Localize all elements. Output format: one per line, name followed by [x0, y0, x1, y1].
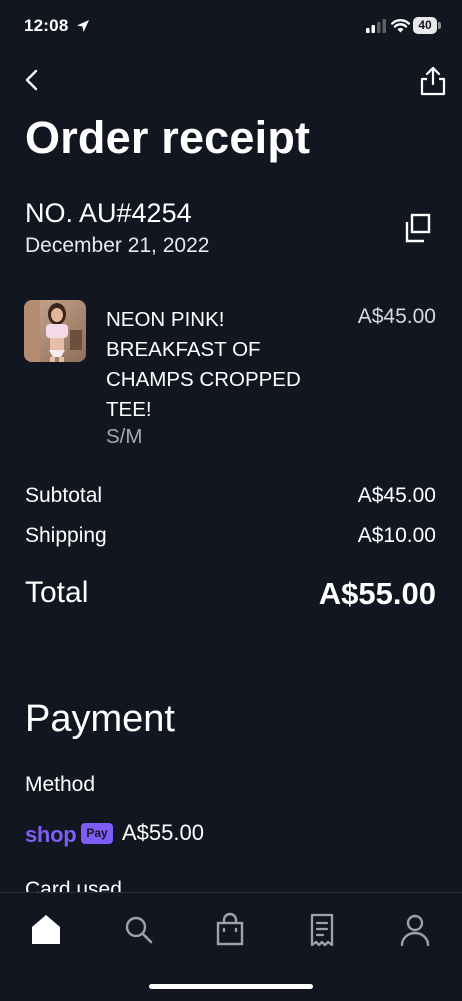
share-icon[interactable]	[418, 65, 448, 97]
status-time: 12:08	[24, 16, 69, 35]
receipt-icon[interactable]	[299, 910, 345, 950]
product-variant: S/M	[106, 425, 143, 448]
back-chevron-icon[interactable]	[18, 66, 46, 94]
battery-icon: 40	[413, 17, 441, 34]
cellular-signal-icon	[366, 19, 386, 33]
wifi-icon	[391, 19, 410, 33]
product-image	[24, 300, 86, 362]
home-indicator[interactable]	[149, 984, 313, 989]
total-label: Total	[25, 576, 89, 609]
payment-amount: A$55.00	[122, 820, 204, 845]
shipping-value: A$10.00	[357, 524, 436, 547]
method-label: Method	[25, 773, 96, 796]
page-title: Order receipt	[25, 112, 311, 163]
status-bar: 12:08 40	[0, 0, 462, 54]
payment-heading: Payment	[25, 698, 175, 740]
search-icon[interactable]	[115, 910, 161, 950]
product-price: A$45.00	[357, 305, 436, 328]
subtotal-value: A$45.00	[357, 484, 436, 507]
subtotal-label: Subtotal	[25, 484, 103, 507]
battery-level: 40	[413, 17, 437, 34]
shipping-label: Shipping	[25, 524, 107, 547]
order-date: December 21, 2022	[25, 234, 210, 257]
location-arrow-icon	[77, 20, 89, 32]
account-icon[interactable]	[392, 910, 438, 950]
home-icon[interactable]	[23, 910, 69, 950]
copy-icon[interactable]	[402, 212, 432, 244]
shopping-bag-icon[interactable]	[207, 910, 253, 950]
pay-badge: Pay	[81, 823, 113, 844]
shop-pay-logo: shop	[25, 822, 77, 847]
total-value: A$55.00	[318, 576, 436, 611]
order-number: NO. AU#4254	[25, 198, 192, 228]
product-name: NEON PINK! BREAKFAST OF CHAMPS CROPPED T…	[106, 308, 301, 421]
